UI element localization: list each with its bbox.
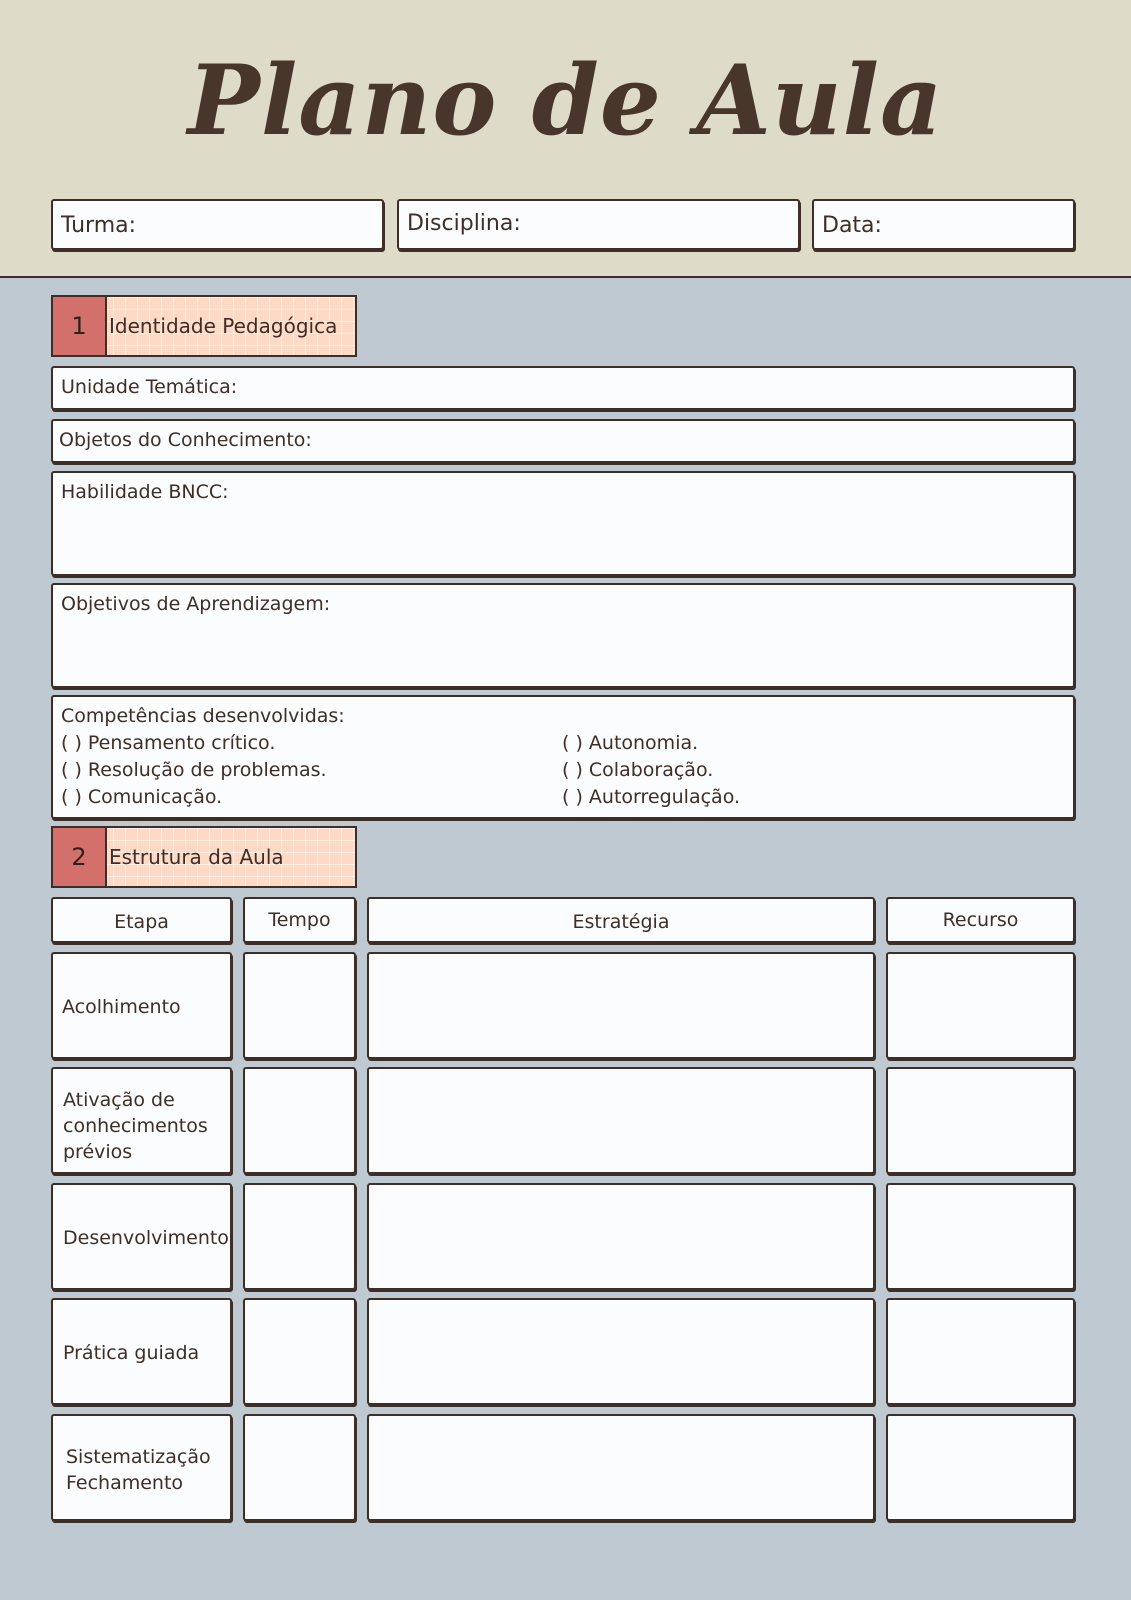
- competencia-checkbox[interactable]: ( ) Comunicação.: [61, 786, 222, 808]
- column-header-tempo: Tempo: [243, 897, 356, 943]
- column-header-estrategia: Estratégia: [367, 897, 875, 943]
- recurso-cell[interactable]: [886, 952, 1075, 1059]
- etapa-label: Desenvolvimento: [63, 1227, 229, 1249]
- column-header-recurso: Recurso: [886, 897, 1075, 943]
- estrategia-cell[interactable]: [367, 1298, 875, 1405]
- recurso-cell[interactable]: [886, 1414, 1075, 1521]
- tempo-cell[interactable]: [243, 952, 356, 1059]
- etapa-cell: Prática guiada: [51, 1298, 232, 1405]
- section-2-header: 2 Estrutura da Aula: [51, 826, 357, 888]
- etapa-cell: Ativação de conhecimentos prévios: [51, 1067, 232, 1174]
- etapa-cell: Sistematização Fechamento: [51, 1414, 232, 1521]
- section-1-title: Identidade Pedagógica: [109, 314, 338, 338]
- disciplina-label: Disciplina:: [407, 211, 521, 236]
- tempo-cell[interactable]: [243, 1067, 356, 1174]
- etapa-label: prévios: [63, 1141, 133, 1163]
- page-title: Plano de Aula: [187, 44, 944, 157]
- section-2-title: Estrutura da Aula: [109, 845, 284, 869]
- unidade-tematica-field[interactable]: Unidade Temática:: [51, 366, 1075, 410]
- estrategia-cell[interactable]: [367, 952, 875, 1059]
- header-band: Plano de Aula Turma: Disciplina: Data:: [0, 0, 1131, 278]
- tempo-cell[interactable]: [243, 1414, 356, 1521]
- tempo-cell[interactable]: [243, 1298, 356, 1405]
- turma-label: Turma:: [61, 213, 137, 238]
- column-header-etapa: Etapa: [51, 897, 232, 943]
- habilidade-bncc-field[interactable]: Habilidade BNCC:: [51, 471, 1075, 576]
- etapa-cell: Desenvolvimento: [51, 1183, 232, 1290]
- estrategia-cell[interactable]: [367, 1414, 875, 1521]
- etapa-cell: Acolhimento: [51, 952, 232, 1059]
- disciplina-field[interactable]: Disciplina:: [397, 199, 800, 250]
- etapa-label: Acolhimento: [62, 996, 181, 1018]
- etapa-label: conhecimentos: [63, 1115, 208, 1137]
- etapa-label: Fechamento: [66, 1472, 184, 1494]
- etapa-label: Sistematização: [66, 1446, 211, 1468]
- section-2-number: 2: [53, 828, 107, 886]
- competencia-checkbox[interactable]: ( ) Pensamento crítico.: [61, 732, 275, 754]
- section-1-number: 1: [53, 297, 107, 355]
- recurso-cell[interactable]: [886, 1298, 1075, 1405]
- competencia-checkbox[interactable]: ( ) Autonomia.: [562, 732, 698, 754]
- data-label: Data:: [822, 213, 882, 238]
- objetos-conhecimento-label: Objetos do Conhecimento:: [59, 429, 312, 451]
- unidade-tematica-label: Unidade Temática:: [61, 376, 238, 398]
- competencias-box: Competências desenvolvidas: ( ) Pensamen…: [51, 695, 1075, 819]
- estrategia-cell[interactable]: [367, 1183, 875, 1290]
- column-header-etapa-label: Etapa: [114, 911, 169, 933]
- turma-field[interactable]: Turma:: [51, 199, 384, 250]
- etapa-label: Prática guiada: [63, 1342, 200, 1364]
- habilidade-bncc-label: Habilidade BNCC:: [61, 481, 229, 503]
- recurso-cell[interactable]: [886, 1183, 1075, 1290]
- estrategia-cell[interactable]: [367, 1067, 875, 1174]
- data-field[interactable]: Data:: [812, 199, 1075, 250]
- column-header-recurso-label: Recurso: [942, 909, 1019, 931]
- objetivos-aprendizagem-label: Objetivos de Aprendizagem:: [61, 593, 331, 615]
- etapa-label: Ativação de: [63, 1089, 175, 1111]
- tempo-cell[interactable]: [243, 1183, 356, 1290]
- objetivos-aprendizagem-field[interactable]: Objetivos de Aprendizagem:: [51, 583, 1075, 688]
- competencia-checkbox[interactable]: ( ) Autorregulação.: [562, 786, 740, 808]
- competencia-checkbox[interactable]: ( ) Colaboração.: [562, 759, 713, 781]
- objetos-conhecimento-field[interactable]: Objetos do Conhecimento:: [51, 419, 1075, 463]
- competencia-checkbox[interactable]: ( ) Resolução de problemas.: [61, 759, 327, 781]
- competencias-title: Competências desenvolvidas:: [61, 705, 345, 727]
- section-1-header: 1 Identidade Pedagógica: [51, 295, 357, 357]
- column-header-estrategia-label: Estratégia: [572, 911, 670, 933]
- column-header-tempo-label: Tempo: [268, 909, 331, 931]
- recurso-cell[interactable]: [886, 1067, 1075, 1174]
